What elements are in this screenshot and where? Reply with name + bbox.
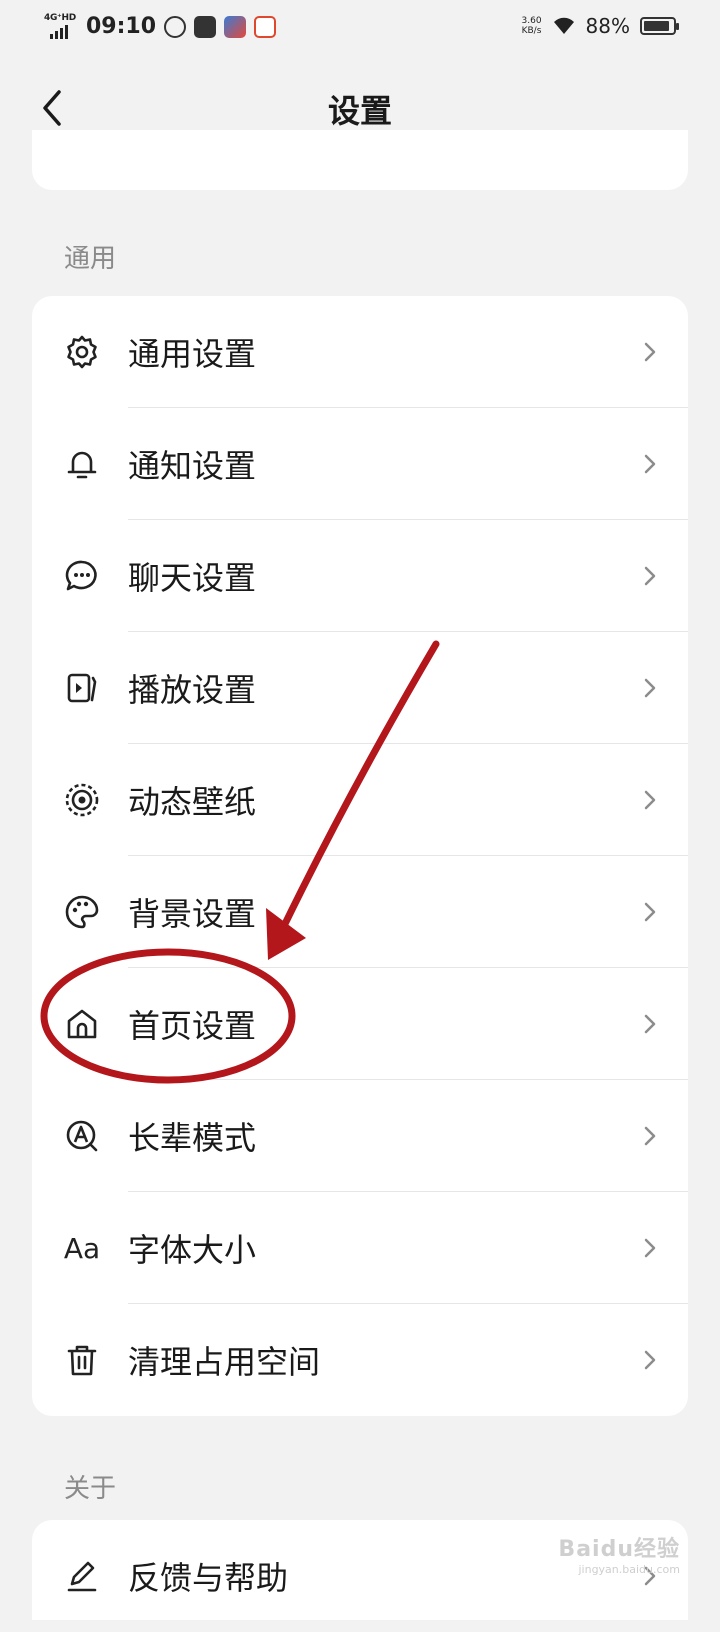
settings-row-label: 清理占用空间 bbox=[128, 1343, 321, 1381]
chevron-right-icon bbox=[644, 902, 656, 922]
edit-pen-icon bbox=[64, 1558, 100, 1594]
page-title: 设置 bbox=[327, 92, 392, 130]
notification-app-icon bbox=[164, 15, 187, 38]
network-speed-value: 3.60 bbox=[521, 16, 542, 26]
watermark-subtext: jingyan.baidu.com bbox=[578, 1563, 680, 1576]
chevron-right-icon bbox=[644, 1238, 656, 1258]
live-wallpaper-icon bbox=[64, 782, 100, 818]
clock: 09:10 bbox=[86, 14, 157, 39]
settings-row-label: 首页设置 bbox=[128, 1007, 257, 1045]
chevron-right-icon bbox=[644, 1350, 656, 1370]
notification-app-icon bbox=[224, 15, 247, 38]
general-settings-card: 通用设置 通知设置 聊天设置 播放设置 动态壁纸 背景设置 首页设置 长辈模式 … bbox=[32, 296, 688, 1416]
watermark-text: Baidu经验 bbox=[558, 1537, 680, 1562]
settings-row-general[interactable]: 通用设置 bbox=[32, 296, 688, 408]
settings-row-elder-mode[interactable]: 长辈模式 bbox=[32, 1080, 688, 1192]
previous-settings-card bbox=[32, 130, 688, 190]
chevron-right-icon bbox=[644, 678, 656, 698]
watermark: Baidu经验 jingyan.baidu.com bbox=[558, 1531, 680, 1576]
section-label-general: 通用 bbox=[64, 244, 117, 274]
settings-row-label: 背景设置 bbox=[128, 895, 257, 933]
settings-row-label: 字体大小 bbox=[128, 1231, 257, 1269]
chevron-right-icon bbox=[644, 1014, 656, 1034]
battery-percent: 88% bbox=[585, 14, 630, 38]
settings-row-label: 聊天设置 bbox=[128, 559, 257, 597]
notification-app-icon bbox=[254, 15, 277, 38]
play-screen-icon bbox=[64, 670, 100, 706]
font-size-icon: Aa bbox=[63, 1231, 101, 1265]
shopping-bag-icon bbox=[194, 15, 217, 38]
settings-row-label: 通知设置 bbox=[128, 447, 257, 485]
cellular-signal-icon: 4G⁺HD bbox=[44, 12, 76, 39]
settings-row-background[interactable]: 背景设置 bbox=[32, 856, 688, 968]
settings-row-label: 反馈与帮助 bbox=[128, 1559, 289, 1597]
network-speed-unit: KB/s bbox=[521, 26, 542, 36]
settings-row-label: 动态壁纸 bbox=[128, 783, 257, 821]
settings-row-homepage[interactable]: 首页设置 bbox=[32, 968, 688, 1080]
chevron-right-icon bbox=[644, 454, 656, 474]
settings-row-label: 长辈模式 bbox=[128, 1119, 257, 1157]
network-speed: 3.60 KB/s bbox=[522, 16, 542, 36]
status-bar: 4G⁺HD 09:10 3.60 KB/s 88% bbox=[0, 0, 720, 56]
elder-mode-icon bbox=[64, 1118, 100, 1154]
settings-row-live-wallpaper[interactable]: 动态壁纸 bbox=[32, 744, 688, 856]
settings-row-clear-storage[interactable]: 清理占用空间 bbox=[32, 1304, 688, 1416]
chat-bubble-icon bbox=[64, 558, 100, 594]
network-type: 4G⁺HD bbox=[44, 12, 76, 23]
settings-row-label: 通用设置 bbox=[128, 335, 257, 373]
settings-row-font-size[interactable]: Aa 字体大小 bbox=[32, 1192, 688, 1304]
settings-row-label: 播放设置 bbox=[128, 671, 257, 709]
bell-icon bbox=[64, 446, 100, 482]
settings-row-playback[interactable]: 播放设置 bbox=[32, 632, 688, 744]
home-icon bbox=[64, 1006, 100, 1042]
wifi-icon bbox=[553, 17, 574, 34]
palette-icon bbox=[64, 894, 100, 930]
chevron-right-icon bbox=[644, 566, 656, 586]
section-label-about: 关于 bbox=[64, 1474, 117, 1504]
trash-icon bbox=[64, 1342, 100, 1378]
chevron-right-icon bbox=[644, 342, 656, 362]
settings-row-notification[interactable]: 通知设置 bbox=[32, 408, 688, 520]
battery-icon bbox=[640, 17, 679, 35]
chevron-right-icon bbox=[644, 790, 656, 810]
gear-icon bbox=[64, 334, 100, 370]
settings-row-chat[interactable]: 聊天设置 bbox=[32, 520, 688, 632]
chevron-right-icon bbox=[644, 1126, 656, 1146]
